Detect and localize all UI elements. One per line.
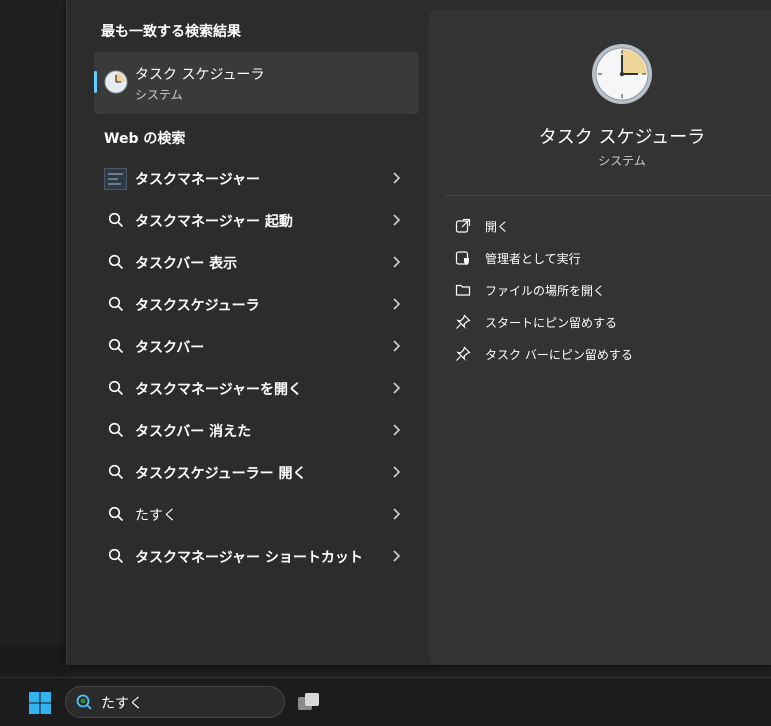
- search-icon: [108, 506, 124, 522]
- desktop-background-strip: [0, 645, 66, 677]
- web-search-heading: Web の検索: [104, 131, 186, 147]
- chevron-right-icon: [393, 340, 401, 352]
- chevron-right-icon: [393, 214, 401, 226]
- action-open[interactable]: 開く: [449, 212, 749, 244]
- action-pin-to-start[interactable]: スタートにピン留めする: [449, 308, 749, 340]
- action-label: 管理者として実行: [485, 252, 581, 266]
- pin-icon: [456, 346, 471, 361]
- web-result-label: タスクスケジューラー 開く: [135, 466, 307, 482]
- search-icon: [108, 254, 124, 270]
- web-result-label: タスクマネージャー ショートカット: [135, 550, 363, 566]
- web-result-item[interactable]: タスクマネージャー 起動: [94, 199, 419, 241]
- search-icon: [108, 548, 124, 564]
- web-result-label: タスクバー: [135, 340, 205, 356]
- web-result-label: タスクマネージャー: [135, 172, 261, 188]
- search-icon: [108, 464, 124, 480]
- web-result-item[interactable]: タスクスケジューラー 開く: [94, 451, 419, 493]
- web-result-label: たすく: [135, 508, 177, 524]
- web-result-item[interactable]: タスクマネージャー ショートカット: [94, 535, 419, 577]
- web-result-label: タスクバー 消えた: [135, 424, 252, 440]
- chevron-right-icon: [393, 550, 401, 562]
- web-result-item[interactable]: タスクバー 消えた: [94, 409, 419, 451]
- web-result-item[interactable]: タスクバー 表示: [94, 241, 419, 283]
- clock-app-icon: [592, 44, 652, 104]
- best-match-result[interactable]: タスク スケジューラ システム: [94, 52, 419, 114]
- search-icon: [108, 422, 124, 438]
- web-result-item[interactable]: タスクマネージャーを開く: [94, 367, 419, 409]
- task-manager-app-icon: [104, 168, 127, 190]
- best-match-type: システム: [135, 88, 183, 102]
- web-result-label: タスクマネージャーを開く: [135, 382, 303, 398]
- detail-app-type: システム: [598, 154, 646, 168]
- clock-app-icon: [104, 70, 128, 94]
- chevron-right-icon: [393, 256, 401, 268]
- action-label: タスク バーにピン留めする: [485, 348, 633, 362]
- web-result-label: タスクバー 表示: [135, 256, 238, 272]
- web-result-item[interactable]: たすく: [94, 493, 419, 535]
- chevron-right-icon: [393, 298, 401, 310]
- web-result-item[interactable]: タスクスケジューラ: [94, 283, 419, 325]
- chevron-right-icon: [393, 466, 401, 478]
- web-search-list: タスクマネージャー タスクマネージャー 起動 タスクバー 表示 タスクスケジュー…: [94, 157, 419, 577]
- folder-icon: [455, 284, 471, 296]
- web-result-item[interactable]: タスクバー: [94, 325, 419, 367]
- action-label: ファイルの場所を開く: [485, 284, 606, 298]
- task-view-icon[interactable]: [297, 690, 321, 714]
- pin-icon: [456, 314, 471, 329]
- chevron-right-icon: [393, 508, 401, 520]
- divider: [445, 195, 771, 196]
- detail-pane: タスク スケジューラ システム 開く 管理者として実行 ファイルの場所を開く ス…: [429, 10, 771, 665]
- windows-start-icon[interactable]: [29, 692, 51, 714]
- chevron-right-icon: [393, 424, 401, 436]
- detail-app-title: タスク スケジューラ: [538, 127, 706, 148]
- action-label: スタートにピン留めする: [485, 316, 618, 330]
- search-icon: [76, 694, 92, 710]
- taskbar: たすく: [0, 677, 771, 726]
- web-result-item[interactable]: タスクマネージャー: [94, 157, 419, 199]
- best-match-name: タスク スケジューラ: [135, 67, 265, 83]
- run-as-admin-icon: [455, 251, 469, 265]
- best-match-heading: 最も一致する検索結果: [101, 24, 241, 40]
- chevron-right-icon: [393, 382, 401, 394]
- search-icon: [108, 338, 124, 354]
- selection-indicator: [94, 71, 97, 93]
- action-label: 開く: [485, 220, 510, 234]
- action-list: 開く 管理者として実行 ファイルの場所を開く スタートにピン留めする タスク バ…: [449, 212, 749, 372]
- open-icon: [455, 218, 471, 233]
- web-result-label: タスクマネージャー 起動: [135, 214, 293, 230]
- action-pin-to-taskbar[interactable]: タスク バーにピン留めする: [449, 340, 749, 372]
- taskbar-search-box[interactable]: たすく: [65, 686, 285, 718]
- search-icon: [108, 380, 124, 396]
- chevron-right-icon: [393, 172, 401, 184]
- desktop-background: [0, 0, 66, 645]
- search-icon: [108, 296, 124, 312]
- action-open-file-location[interactable]: ファイルの場所を開く: [449, 276, 749, 308]
- action-run-as-admin[interactable]: 管理者として実行: [449, 244, 749, 276]
- web-result-label: タスクスケジューラ: [135, 298, 260, 314]
- taskbar-search-value: たすく: [101, 696, 143, 712]
- search-icon: [108, 212, 124, 228]
